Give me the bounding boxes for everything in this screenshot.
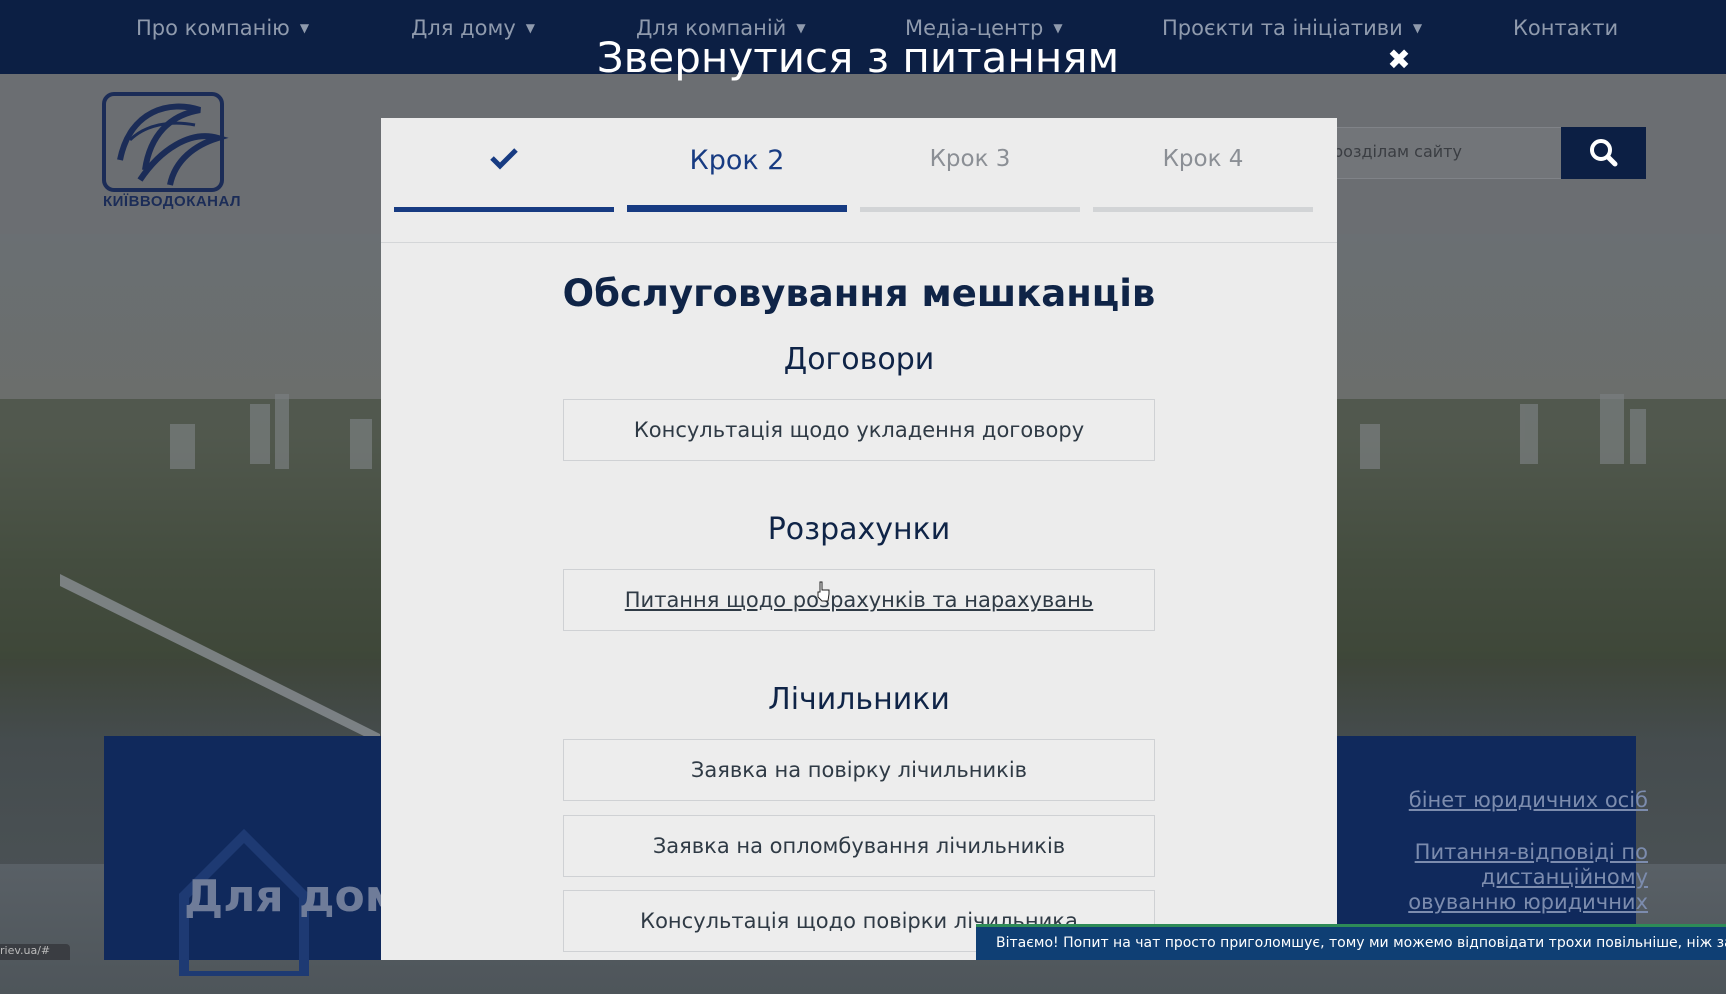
modal-heading: Обслуговування мешканців xyxy=(562,272,1156,315)
section-title-payments: Розрахунки xyxy=(767,512,951,547)
logo-wordmark: КИЇВВОДОКАНАЛ xyxy=(103,193,242,210)
step-label: Крок 4 xyxy=(1162,146,1244,172)
business-cabinet-link[interactable]: бінет юридичних осіб xyxy=(1409,788,1648,812)
section-title-meters: Лічильники xyxy=(768,682,950,717)
step-progress-bar xyxy=(394,207,614,212)
step-label: Крок 3 xyxy=(929,146,1011,172)
step-4[interactable]: Крок 4 xyxy=(1093,118,1313,212)
home-panel[interactable]: Для дому xyxy=(104,736,429,976)
caret-down-icon: ▼ xyxy=(299,21,310,35)
step-progress-bar xyxy=(1093,207,1313,212)
option-contract-consultation[interactable]: Консультація щодо укладення договору xyxy=(563,399,1155,461)
nav-item-contacts[interactable]: Контакти xyxy=(1513,16,1618,40)
step-indicator: Крок 2 Крок 3 Крок 4 xyxy=(394,118,1324,242)
step-1[interactable] xyxy=(394,118,614,212)
faq-link-line2[interactable]: дистанційному xyxy=(1481,865,1648,889)
divider xyxy=(381,242,1337,243)
question-modal: Крок 2 Крок 3 Крок 4 Обслуговування мешк… xyxy=(381,118,1337,960)
step-2[interactable]: Крок 2 xyxy=(627,118,847,212)
nav-item-label: Про компанію xyxy=(136,16,290,40)
search-icon xyxy=(1590,139,1618,167)
option-payments-question[interactable]: Питання щодо розрахунків та нарахувань xyxy=(563,569,1155,631)
step-progress-bar xyxy=(860,207,1080,212)
hand-cursor-icon xyxy=(817,581,830,602)
step-progress-bar xyxy=(627,205,847,212)
step-label: Крок 2 xyxy=(689,145,785,176)
checkmark-icon xyxy=(394,118,614,176)
chat-notice-banner[interactable]: Вітаємо! Попит на чат просто приголомшує… xyxy=(976,924,1726,960)
nav-item-label: Контакти xyxy=(1513,16,1619,40)
section-title-contracts: Договори xyxy=(783,342,935,377)
faq-link-line1[interactable]: Питання-відповіді по xyxy=(1415,840,1648,864)
modal-title: Звернутися з питанням xyxy=(596,33,1120,82)
faq-link-line3[interactable]: овуванню юридичних xyxy=(1408,890,1648,914)
step-3[interactable]: Крок 3 xyxy=(860,118,1080,212)
caret-down-icon: ▼ xyxy=(525,21,536,35)
caret-down-icon: ▼ xyxy=(1412,21,1423,35)
site-search-input[interactable]: розділам сайту xyxy=(1320,127,1562,179)
close-icon[interactable]: ✖ xyxy=(1384,45,1414,75)
option-meter-sealing-request[interactable]: Заявка на опломбування лічильників xyxy=(563,815,1155,877)
option-meter-verification-request[interactable]: Заявка на повірку лічильників xyxy=(563,739,1155,801)
nav-item-about[interactable]: Про компанію ▼ xyxy=(136,16,309,40)
status-bar-url: riev.ua/# xyxy=(0,944,70,960)
search-placeholder: розділам сайту xyxy=(1333,142,1462,161)
search-button[interactable] xyxy=(1561,127,1646,179)
